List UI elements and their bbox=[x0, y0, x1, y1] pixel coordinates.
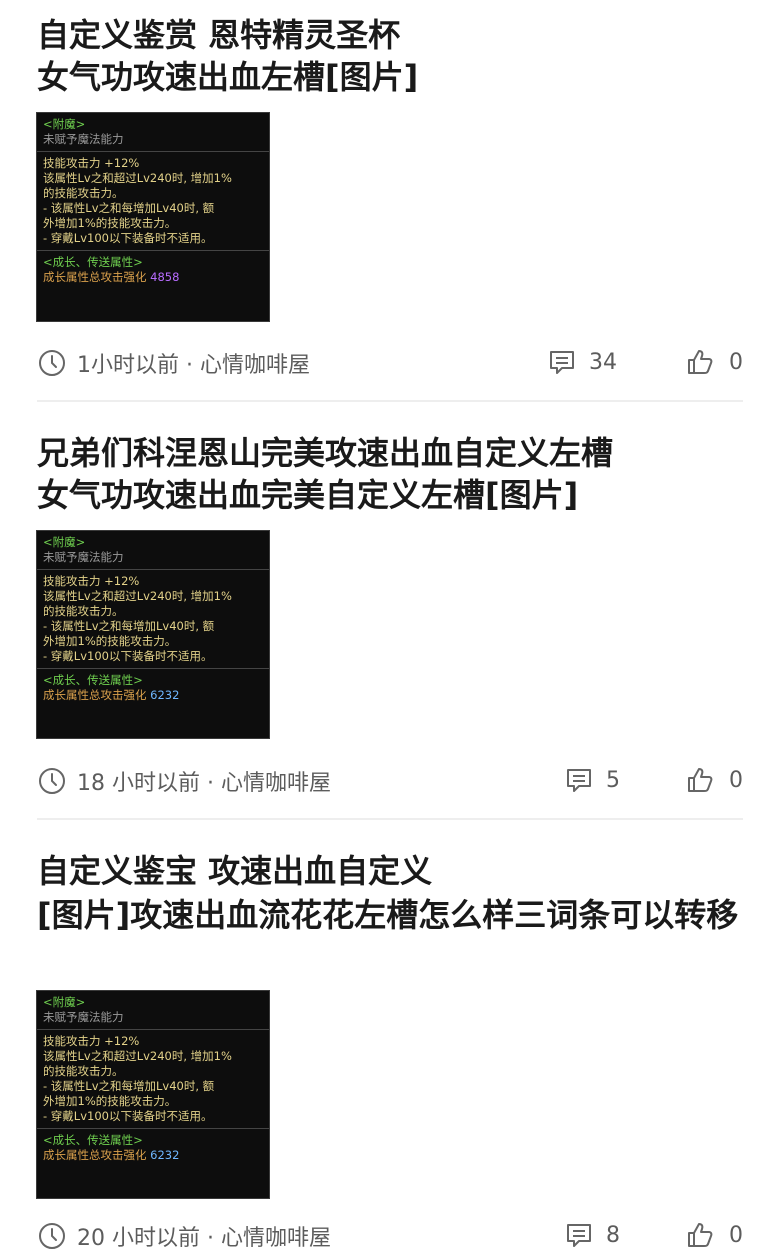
clock-icon bbox=[39, 1223, 65, 1249]
comment-count: 5 bbox=[606, 767, 620, 793]
comment-count: 34 bbox=[589, 349, 617, 375]
skill-line: 的技能攻击力。 bbox=[43, 186, 124, 200]
like-count: 0 bbox=[729, 349, 743, 375]
enchant-header: <附魔> bbox=[43, 535, 86, 549]
comment-button[interactable]: 34 bbox=[547, 347, 617, 377]
like-button[interactable]: 0 bbox=[685, 1220, 743, 1250]
skill-line: 的技能攻击力。 bbox=[43, 1064, 124, 1078]
post-thumbnail[interactable]: <附魔> 未赋予魔法能力 技能攻击力 +12% 该属性Lv之和超过Lv240时,… bbox=[36, 530, 270, 739]
skill-line: 的技能攻击力。 bbox=[43, 604, 124, 618]
post-title[interactable]: 兄弟们科涅恩山完美攻速出血自定义左槽 女气功攻速出血完美自定义左槽[图片] bbox=[37, 432, 752, 516]
skill-line: 技能攻击力 +12% bbox=[43, 1034, 140, 1048]
thumbs-up-icon bbox=[688, 350, 713, 374]
clock-icon bbox=[39, 768, 65, 794]
comment-icon bbox=[567, 769, 591, 792]
skill-line: - 该属性Lv之和每增加Lv40时, 额 bbox=[43, 201, 215, 215]
post-title[interactable]: 自定义鉴宝 攻速出血自定义 [图片]攻速出血流花花左槽怎么样三词条可以转移 bbox=[37, 850, 752, 938]
post-time: 18 小时以前 · 心情咖啡屋 bbox=[37, 765, 331, 797]
enchant-header: <附魔> bbox=[43, 117, 86, 131]
post-time: 20 小时以前 · 心情咖啡屋 bbox=[37, 1220, 331, 1252]
post-meta: 20 小时以前 · 心情咖啡屋 8 0 bbox=[37, 1216, 743, 1256]
skill-line: - 该属性Lv之和每增加Lv40时, 额 bbox=[43, 1079, 215, 1093]
skill-line: - 穿戴Lv100以下装备时不适用。 bbox=[43, 231, 213, 245]
post-meta: 18 小时以前 · 心情咖啡屋 5 0 bbox=[37, 761, 743, 801]
post-divider bbox=[37, 400, 743, 402]
comment-icon bbox=[550, 351, 574, 374]
clock-icon bbox=[39, 350, 65, 376]
post-title[interactable]: 自定义鉴赏 恩特精灵圣杯 女气功攻速出血左槽[图片] bbox=[37, 14, 752, 98]
growth-value: 4858 bbox=[150, 270, 180, 284]
comment-icon bbox=[567, 1224, 591, 1247]
skill-line: 该属性Lv之和超过Lv240时, 增加1% bbox=[43, 1049, 232, 1063]
comment-button[interactable]: 8 bbox=[564, 1220, 620, 1250]
skill-line: - 穿戴Lv100以下装备时不适用。 bbox=[43, 649, 213, 663]
post-time: 1小时以前 · 心情咖啡屋 bbox=[37, 347, 310, 379]
growth-header: <成长、传送属性> bbox=[43, 255, 143, 269]
growth-label: 成长属性总攻击强化 bbox=[43, 270, 147, 284]
growth-header: <成长、传送属性> bbox=[43, 673, 143, 687]
skill-line: - 该属性Lv之和每增加Lv40时, 额 bbox=[43, 619, 215, 633]
post-title-line: 自定义鉴赏 恩特精灵圣杯 bbox=[37, 16, 401, 54]
thumbs-up-icon bbox=[688, 768, 713, 792]
enchant-status: 未赋予魔法能力 bbox=[43, 550, 124, 564]
skill-line: 技能攻击力 +12% bbox=[43, 574, 140, 588]
post-thumbnail[interactable]: <附魔> 未赋予魔法能力 技能攻击力 +12% 该属性Lv之和超过Lv240时,… bbox=[36, 990, 270, 1199]
growth-value: 6232 bbox=[150, 688, 180, 702]
post-time-text: 1小时以前 · 心情咖啡屋 bbox=[77, 353, 310, 378]
skill-line: 外增加1%的技能攻击力。 bbox=[43, 216, 177, 230]
skill-line: 该属性Lv之和超过Lv240时, 增加1% bbox=[43, 589, 232, 603]
growth-label: 成长属性总攻击强化 bbox=[43, 1148, 147, 1162]
enchant-status: 未赋予魔法能力 bbox=[43, 1010, 124, 1024]
post-title-line: 女气功攻速出血左槽[图片] bbox=[37, 58, 419, 96]
growth-label: 成长属性总攻击强化 bbox=[43, 688, 147, 702]
comment-count: 8 bbox=[606, 1222, 620, 1248]
skill-line: 外增加1%的技能攻击力。 bbox=[43, 1094, 177, 1108]
post-meta: 1小时以前 · 心情咖啡屋 34 0 bbox=[37, 343, 743, 383]
post-title-line: [图片]攻速出血流花花左槽怎么样三词条可以转移 bbox=[37, 896, 739, 934]
post-time-text: 18 小时以前 · 心情咖啡屋 bbox=[77, 771, 331, 796]
skill-line: 外增加1%的技能攻击力。 bbox=[43, 634, 177, 648]
skill-line: 技能攻击力 +12% bbox=[43, 156, 140, 170]
like-button[interactable]: 0 bbox=[685, 765, 743, 795]
enchant-status: 未赋予魔法能力 bbox=[43, 132, 124, 146]
thumbs-up-icon bbox=[688, 1223, 713, 1247]
post-title-line: 女气功攻速出血完美自定义左槽[图片] bbox=[37, 476, 579, 514]
post-title-line: 兄弟们科涅恩山完美攻速出血自定义左槽 bbox=[37, 434, 614, 472]
growth-header: <成长、传送属性> bbox=[43, 1133, 143, 1147]
enchant-header: <附魔> bbox=[43, 995, 86, 1009]
post-time-text: 20 小时以前 · 心情咖啡屋 bbox=[77, 1226, 331, 1251]
like-count: 0 bbox=[729, 1222, 743, 1248]
comment-button[interactable]: 5 bbox=[564, 765, 620, 795]
growth-value: 6232 bbox=[150, 1148, 180, 1162]
post-divider bbox=[37, 818, 743, 820]
skill-line: - 穿戴Lv100以下装备时不适用。 bbox=[43, 1109, 213, 1123]
like-button[interactable]: 0 bbox=[685, 347, 743, 377]
post-thumbnail[interactable]: <附魔> 未赋予魔法能力 技能攻击力 +12% 该属性Lv之和超过Lv240时,… bbox=[36, 112, 270, 322]
like-count: 0 bbox=[729, 767, 743, 793]
post-title-line: 自定义鉴宝 攻速出血自定义 bbox=[37, 852, 433, 890]
skill-line: 该属性Lv之和超过Lv240时, 增加1% bbox=[43, 171, 232, 185]
